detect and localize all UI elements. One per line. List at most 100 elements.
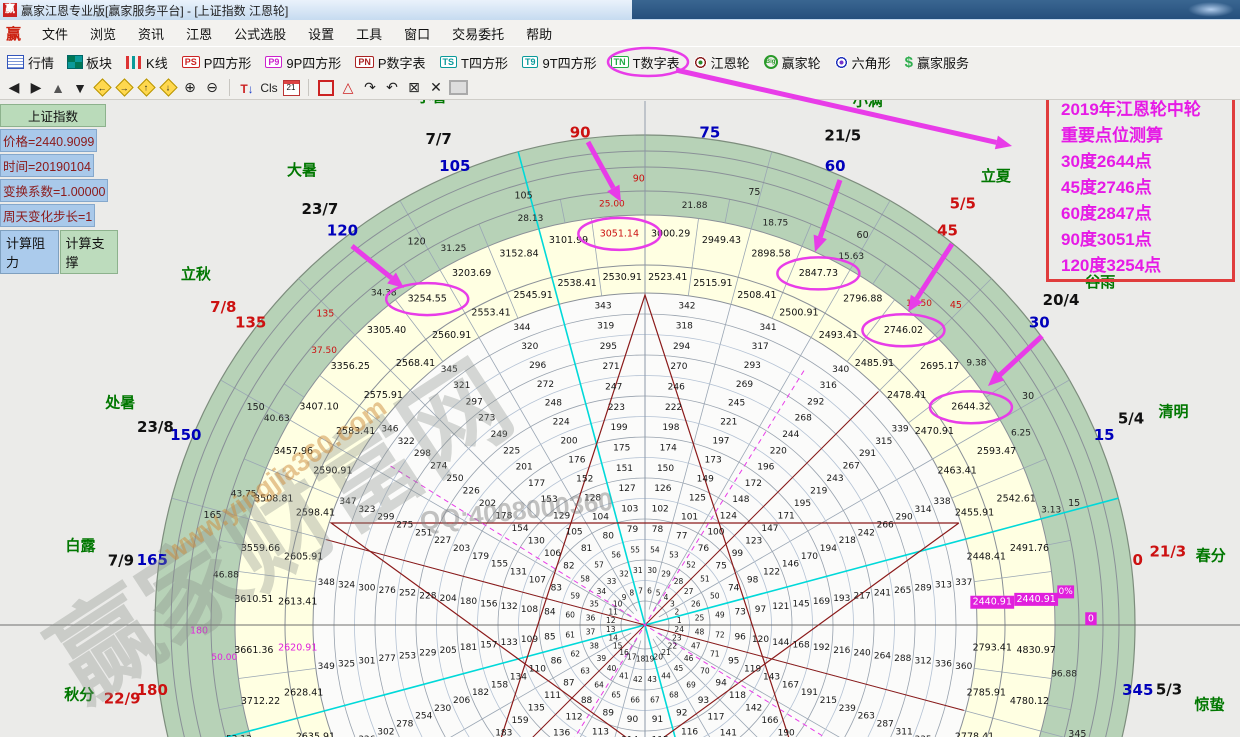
menu-item-资讯[interactable]: 资讯 xyxy=(127,24,175,43)
svg-text:63: 63 xyxy=(580,666,590,675)
svg-text:2628.41: 2628.41 xyxy=(284,687,323,698)
calc-support-button[interactable]: 计算支撑 xyxy=(60,230,119,274)
menu-item-公式选股[interactable]: 公式选股 xyxy=(223,24,297,43)
toolbar-button-label: 江恩轮 xyxy=(711,53,750,72)
toolbar-button-T四方形[interactable]: TST四方形 xyxy=(433,53,515,72)
svg-text:293: 293 xyxy=(744,361,761,371)
cls-button[interactable]: Cls xyxy=(259,78,279,97)
calc-resistance-button[interactable]: 计算阻力 xyxy=(0,230,59,274)
svg-text:18.75: 18.75 xyxy=(763,219,789,229)
svg-text:193: 193 xyxy=(833,594,850,604)
svg-text:30: 30 xyxy=(1029,313,1050,331)
toolbar-button-9P四方形[interactable]: P99P四方形 xyxy=(258,53,348,72)
svg-text:2620.91: 2620.91 xyxy=(278,642,317,653)
svg-text:312: 312 xyxy=(915,657,932,667)
svg-text:178: 178 xyxy=(495,512,512,522)
svg-text:119: 119 xyxy=(744,665,761,675)
back-icon[interactable]: ◀ xyxy=(4,78,24,97)
svg-text:201: 201 xyxy=(516,463,533,473)
svg-text:135: 135 xyxy=(316,309,334,320)
diamond-right-icon[interactable]: → xyxy=(114,78,134,97)
rotate-cw-icon[interactable]: ↷ xyxy=(360,78,380,97)
pointer-up-icon[interactable]: ▲ xyxy=(48,78,68,97)
toolbar-button-行情[interactable]: 行情 xyxy=(0,53,61,72)
menu-item-文件[interactable]: 文件 xyxy=(31,24,79,43)
svg-text:30: 30 xyxy=(1022,391,1034,402)
menu-item-浏览[interactable]: 浏览 xyxy=(79,24,127,43)
svg-text:2478.41: 2478.41 xyxy=(887,390,926,401)
toolbar-button-板块[interactable]: 板块 xyxy=(61,53,119,72)
menu-item-帮助[interactable]: 帮助 xyxy=(515,24,563,43)
svg-text:299: 299 xyxy=(377,513,394,523)
svg-text:2613.41: 2613.41 xyxy=(278,597,317,608)
toolbar-button-9T四方形[interactable]: T99T四方形 xyxy=(515,53,604,72)
svg-text:199: 199 xyxy=(610,423,627,433)
menu-item-江恩[interactable]: 江恩 xyxy=(175,24,223,43)
svg-text:3457.96: 3457.96 xyxy=(274,446,313,457)
svg-text:348: 348 xyxy=(318,578,335,588)
toolbar-button-K线[interactable]: K线 xyxy=(119,53,175,72)
svg-text:2508.41: 2508.41 xyxy=(737,290,776,301)
svg-text:149: 149 xyxy=(697,474,714,484)
svg-text:46.88: 46.88 xyxy=(213,570,239,580)
svg-text:269: 269 xyxy=(736,380,753,390)
svg-text:15: 15 xyxy=(1094,426,1115,444)
forward-icon[interactable]: ▶ xyxy=(26,78,46,97)
svg-text:322: 322 xyxy=(398,437,415,447)
square-tool-icon[interactable] xyxy=(316,78,336,97)
diamond-left-icon[interactable]: ← xyxy=(92,78,112,97)
screen-icon[interactable] xyxy=(448,78,468,97)
titlebar: 赢 赢家江恩专业版[赢家服务平台] - [上证指数 江恩轮] xyxy=(0,0,1240,21)
zoom-out-icon[interactable]: ⊖ xyxy=(202,78,222,97)
zoom-in-icon[interactable]: ⊕ xyxy=(180,78,200,97)
svg-text:192: 192 xyxy=(813,643,830,653)
toolbar-separator xyxy=(308,79,309,96)
svg-text:167: 167 xyxy=(782,680,799,690)
toolbar-button-江恩轮[interactable]: 江恩轮 xyxy=(687,53,757,72)
toolbar-button-label: P四方形 xyxy=(204,53,252,72)
diamond-up-icon[interactable]: ↑ xyxy=(136,78,156,97)
svg-text:2485.91: 2485.91 xyxy=(855,358,894,369)
app-icon: 赢 xyxy=(3,3,17,17)
svg-text:196: 196 xyxy=(757,463,774,473)
diamond-down-icon[interactable]: ↓ xyxy=(158,78,178,97)
svg-text:15.63: 15.63 xyxy=(838,252,864,262)
toolbar-button-赢家轮[interactable]: Big赢家轮 xyxy=(757,53,828,72)
svg-text:340: 340 xyxy=(832,365,849,375)
time-shift-icon[interactable]: T↓ xyxy=(237,78,257,97)
svg-text:49: 49 xyxy=(715,611,725,620)
svg-text:116: 116 xyxy=(681,728,698,737)
toolbar-button-赢家服务[interactable]: $赢家服务 xyxy=(898,53,976,72)
svg-text:81: 81 xyxy=(581,544,592,554)
svg-text:217: 217 xyxy=(854,591,871,601)
svg-text:129: 129 xyxy=(553,511,570,521)
calendar-icon[interactable]: 21 xyxy=(281,78,301,97)
rotate-ccw-icon[interactable]: ↶ xyxy=(382,78,402,97)
pointer-down-icon[interactable]: ▼ xyxy=(70,78,90,97)
svg-text:174: 174 xyxy=(660,444,677,454)
svg-text:318: 318 xyxy=(676,322,693,332)
kline-icon xyxy=(126,56,142,69)
toolbar-button-六角形[interactable]: 六角形 xyxy=(828,53,898,72)
menu-item-交易委托[interactable]: 交易委托 xyxy=(441,24,515,43)
menu-item-设置[interactable]: 设置 xyxy=(297,24,345,43)
toolbar-button-T数字表[interactable]: TNT数字表 xyxy=(604,53,687,72)
svg-text:313: 313 xyxy=(935,581,952,591)
svg-text:295: 295 xyxy=(600,342,617,352)
svg-text:立夏: 立夏 xyxy=(981,167,1012,185)
delete-box-icon[interactable]: ⊠ xyxy=(404,78,424,97)
svg-text:0: 0 xyxy=(1088,613,1094,624)
center-icon[interactable]: ✕ xyxy=(426,78,446,97)
quotes-table-icon xyxy=(7,55,24,69)
toolbar-button-P数字表[interactable]: PNP数字表 xyxy=(348,53,432,72)
menu-item-工具[interactable]: 工具 xyxy=(345,24,393,43)
svg-text:88: 88 xyxy=(581,696,593,706)
triangle-tool-icon[interactable]: △ xyxy=(338,78,358,97)
svg-text:103: 103 xyxy=(621,504,638,514)
svg-text:134: 134 xyxy=(510,672,527,682)
svg-text:345: 345 xyxy=(1068,729,1086,737)
svg-text:60: 60 xyxy=(857,230,869,241)
svg-text:2530.91: 2530.91 xyxy=(603,272,642,283)
menu-item-窗口[interactable]: 窗口 xyxy=(393,24,441,43)
toolbar-button-P四方形[interactable]: PSP四方形 xyxy=(175,53,259,72)
